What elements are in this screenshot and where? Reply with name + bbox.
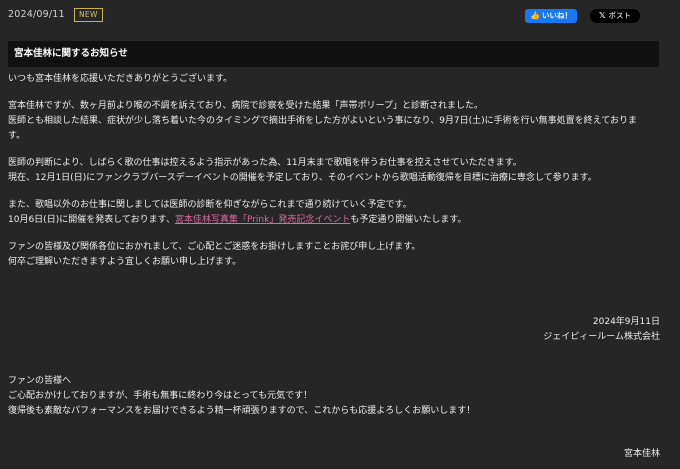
signature-date: 2024年9月11日 — [592, 317, 660, 327]
x-post-button[interactable]: 𝕏 ポスト — [590, 9, 640, 23]
paragraph-work-1: また、歌唱以外のお仕事に関しましては医師の診断を仰ぎながらこれまで通り続けていく… — [8, 200, 412, 210]
x-logo-icon: 𝕏 — [599, 11, 606, 20]
fan-message-heading: ファンの皆様へ — [8, 376, 72, 386]
event-text-post: も予定通り開催いたします。 — [350, 215, 467, 225]
like-label: いいね！ — [541, 11, 572, 20]
new-badge: NEW — [74, 8, 103, 22]
paragraph-work-2: 10月6日(日)に開催を発表しております、宮本佳林写真集「Prink」発売記念イ… — [8, 213, 663, 228]
paragraph-diagnosis-3: す。 — [8, 131, 26, 141]
event-text-pre: 10月6日(日)に開催を発表しております、 — [8, 215, 175, 225]
facebook-like-button[interactable]: 👍 いいね！ — [525, 9, 577, 23]
article-body: いつも宮本佳林を応援いただきありがとうございます。 宮本佳林ですが、数ヶ月前より… — [8, 72, 663, 270]
top-bar: 2024/09/11 NEW 👍 いいね！ 𝕏 ポスト — [0, 0, 680, 32]
post-date: 2024/09/11 — [8, 9, 65, 20]
paragraph-greeting: いつも宮本佳林を応援いただきありがとうございます。 — [8, 74, 233, 84]
paragraph-diagnosis-1: 宮本佳林ですが、数ヶ月前より喉の不調を訴えており、病院で診察を受けた結果「声帯ポ… — [8, 101, 484, 111]
paragraph-diagnosis-2: 医師とも相談した結果、症状が少し落ち着いた今のタイミングで摘出手術をした方がよい… — [8, 116, 637, 126]
fan-message-line-1: ご心配おかけしておりますが、手術も無事に終わり今はとっても元気です！ — [8, 391, 313, 401]
paragraph-apology-2: 何卒ご理解いただきますよう宜しくお願い申し上げます。 — [8, 257, 242, 267]
paragraph-schedule-1: 医師の判断により、しばらく歌の仕事は控えるよう指示があった為、11月末まで歌唱を… — [8, 158, 522, 168]
signature-company: ジェイピィールーム株式会社 — [543, 332, 660, 342]
event-link[interactable]: 宮本佳林写真集「Prink」発売記念イベント — [175, 215, 350, 225]
fan-message-line-2: 復帰後も素敵なパフォーマンスをお届けできるよう精一杯頑張りますので、これからも応… — [8, 406, 476, 416]
paragraph-schedule-2: 現在、12月1日(日)にファンクラブバースデーイベントの開催を予定しており、その… — [8, 173, 597, 183]
post-label: ポスト — [608, 11, 631, 20]
article-title-bar: 宮本佳林に関するお知らせ — [8, 41, 659, 67]
fan-message-signature: 宮本佳林 — [623, 449, 660, 459]
thumbs-up-icon: 👍 — [530, 11, 540, 20]
article-title: 宮本佳林に関するお知らせ — [14, 48, 128, 59]
paragraph-apology-1: ファンの皆様及び関係各位におかれまして、ご心配とご迷惑をお掛けしますことお詫び申… — [8, 242, 421, 252]
fan-message: ファンの皆様へ ご心配おかけしておりますが、手術も無事に終わり今はとっても元気で… — [8, 374, 668, 419]
signature-block: 2024年9月11日 ジェイピィールーム株式会社 — [543, 315, 660, 345]
